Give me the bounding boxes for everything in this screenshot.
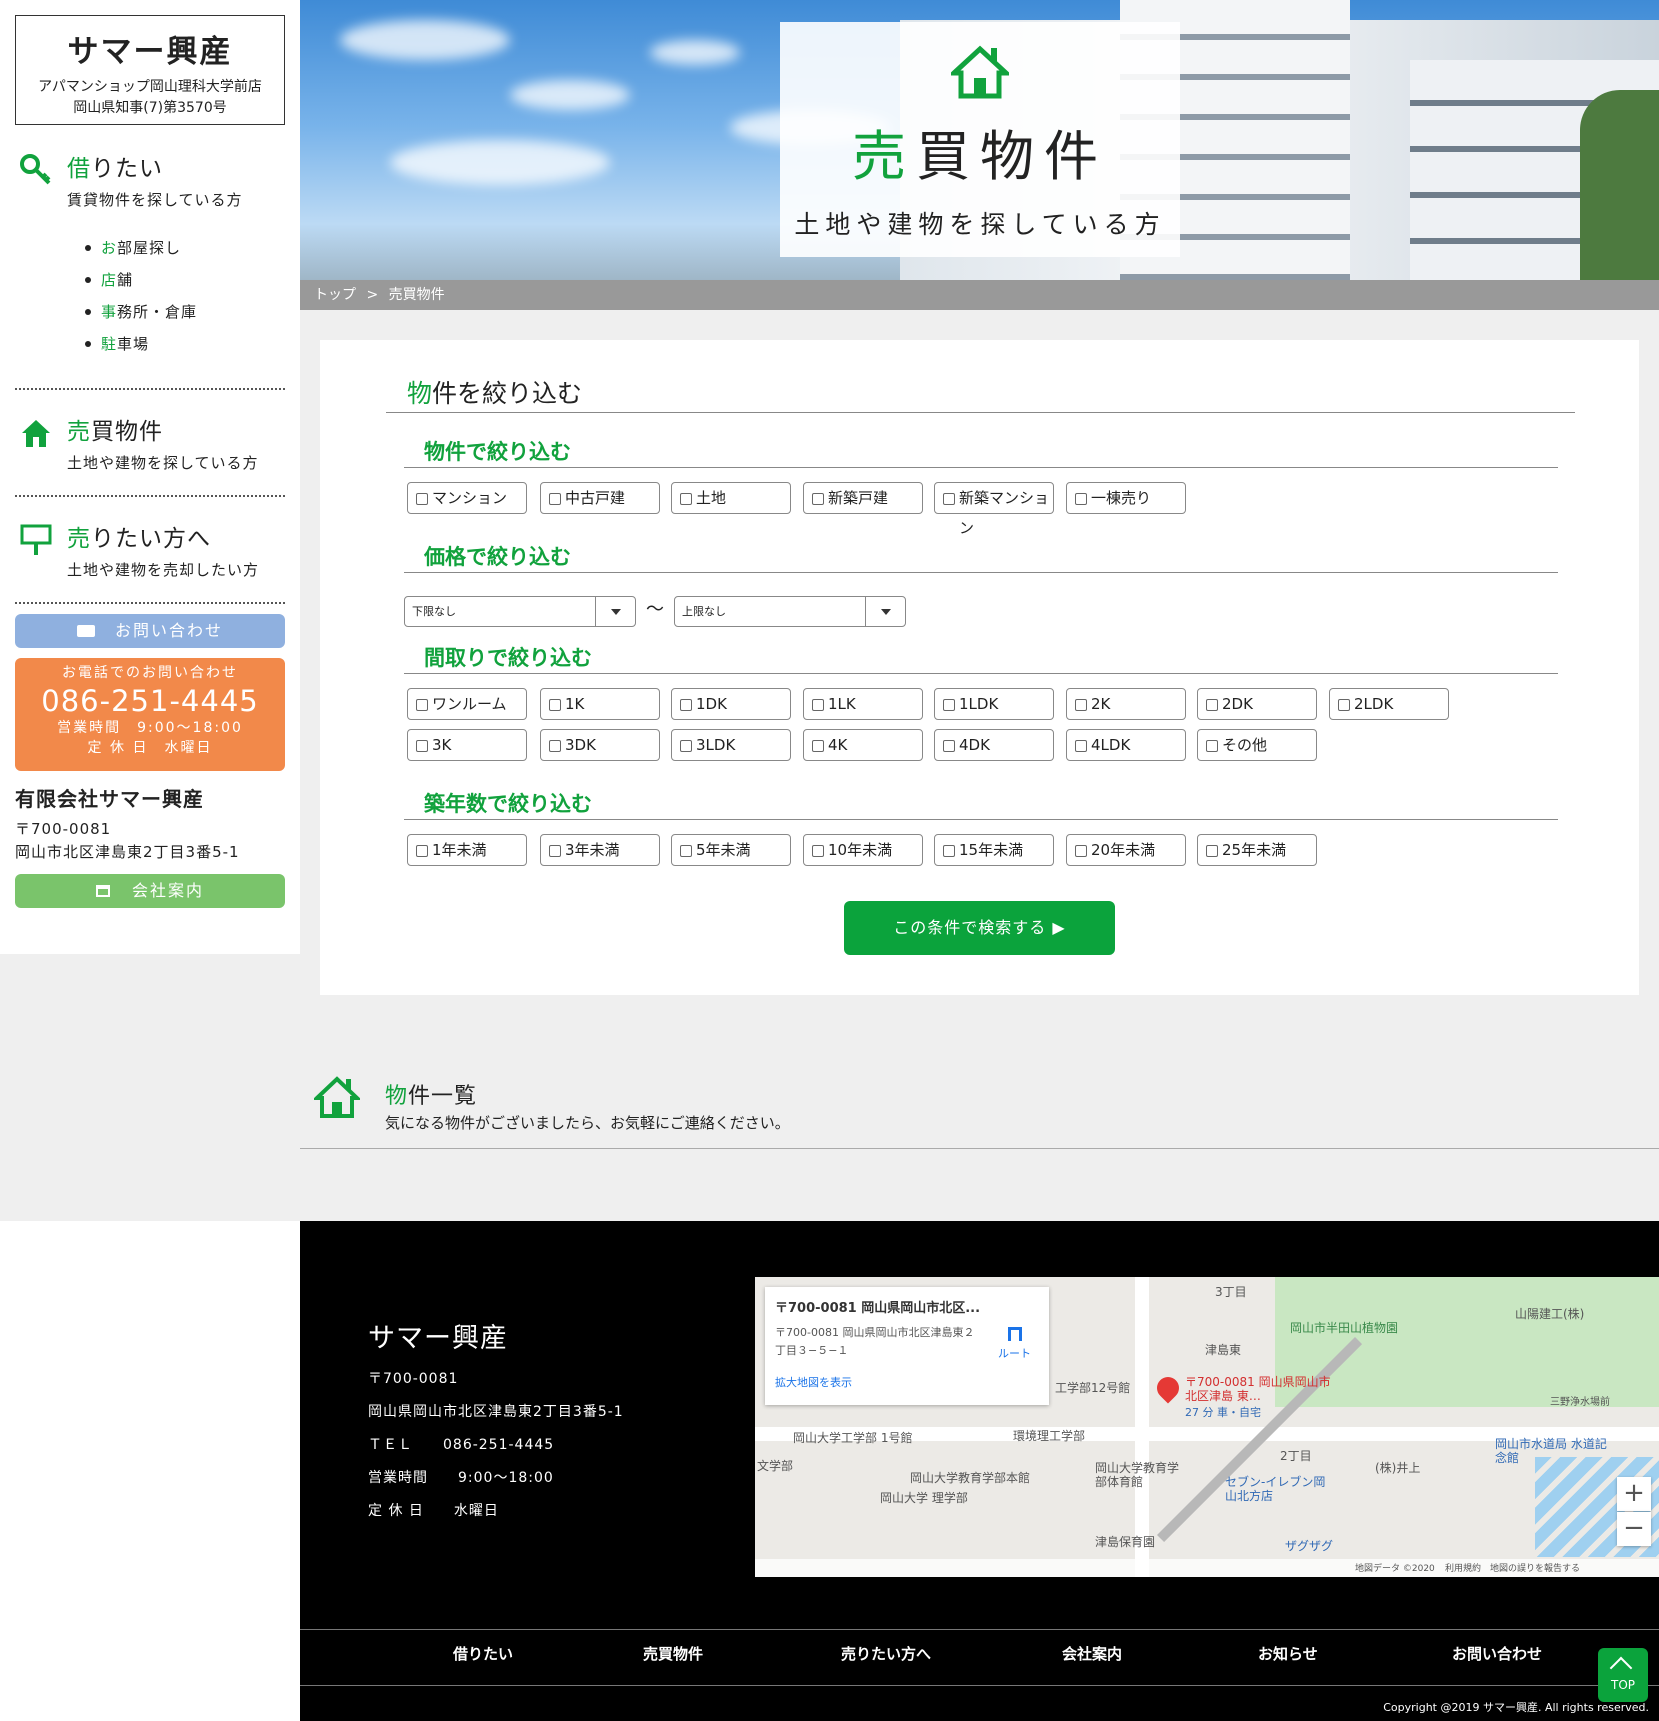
listing-description: 気になる物件がございましたら、お気軽にご連絡ください。 <box>385 1114 790 1132</box>
layout-checkbox[interactable]: ワンルーム <box>407 688 527 720</box>
key-icon <box>20 154 51 185</box>
footer-nav-rent[interactable]: 借りたい <box>453 1643 513 1664</box>
logo-title: サマー興産 <box>67 34 233 70</box>
footer-nav-sell[interactable]: 売りたい方へ <box>841 1643 931 1664</box>
price-max-select[interactable]: 上限なし <box>674 596 906 627</box>
price-heading: 価格で絞り込む <box>424 545 571 569</box>
mail-icon <box>76 625 95 637</box>
phone-contact-box: お電話でのお問い合わせ 086-251-4445 営業時間 9:00〜18:00… <box>15 658 285 771</box>
menu-parking[interactable]: 駐車場 <box>85 328 285 360</box>
divider <box>15 388 285 390</box>
layout-checkbox[interactable]: 1DK <box>671 688 791 720</box>
layout-checkbox[interactable]: 1LK <box>803 688 923 720</box>
route-button[interactable]: ルート <box>998 1327 1031 1361</box>
directions-icon <box>1007 1327 1022 1341</box>
logo-subtitle: アパマンショップ岡山理科大学前店 岡山県知事(7)第3570号 <box>38 79 262 116</box>
house-icon <box>947 45 1013 99</box>
age-checkbox[interactable]: 25年未満 <box>1197 834 1317 866</box>
signboard-icon <box>20 524 52 555</box>
chevron-down-icon <box>865 597 905 626</box>
house-icon <box>314 1076 360 1118</box>
type-checkbox[interactable]: 新築マンション <box>934 482 1054 537</box>
footer-company-info: 〒700-0081 岡山県岡山市北区津島東2丁目3番5-1 ＴＥＬ 086-25… <box>368 1371 624 1519</box>
layout-checkbox[interactable]: 3LDK <box>671 729 791 761</box>
report-error-link[interactable]: 地図の誤りを報告する <box>1490 1561 1580 1574</box>
store-icon <box>95 885 110 897</box>
site-logo[interactable]: サマー興産 アパマンショップ岡山理科大学前店 岡山県知事(7)第3570号 <box>15 15 285 125</box>
nav-buy[interactable]: 売買物件 土地や建物を探している方 <box>15 412 285 473</box>
chevron-down-icon <box>595 597 635 626</box>
layout-checkbox[interactable]: 2K <box>1066 688 1186 720</box>
layout-checkbox[interactable]: 1LDK <box>934 688 1054 720</box>
type-checkbox[interactable]: 新築戸建 <box>803 482 923 514</box>
contact-button[interactable]: お問い合わせ <box>15 614 285 648</box>
filter-title: 物件を絞り込む <box>407 379 583 408</box>
rent-sub-menu: お部屋探し 店舗 事務所・倉庫 駐車場 <box>85 232 285 360</box>
layout-checkbox[interactable]: 2LDK <box>1329 688 1449 720</box>
sidebar-bottom-bg <box>0 954 300 1221</box>
menu-shop[interactable]: 店舗 <box>85 264 285 296</box>
house-icon <box>22 420 50 447</box>
company-info-button[interactable]: 会社案内 <box>15 874 285 908</box>
type-heading: 物件で絞り込む <box>424 440 571 464</box>
age-checkbox[interactable]: 3年未満 <box>540 834 660 866</box>
layout-checkbox[interactable]: 4LDK <box>1066 729 1186 761</box>
layout-checkbox[interactable]: 1K <box>540 688 660 720</box>
main-content: 売買物件 土地や建物を探している方 トップ > 売買物件 物件を絞り込む 物件で… <box>300 0 1659 1221</box>
hero-title-card: 売買物件 土地や建物を探している方 <box>780 22 1180 257</box>
menu-office[interactable]: 事務所・倉庫 <box>85 296 285 328</box>
listing-title: 物件一覧 <box>385 1084 478 1109</box>
enlarge-map-link[interactable]: 拡大地図を表示 <box>775 1374 1039 1390</box>
back-to-top-button[interactable]: TOP <box>1598 1648 1648 1702</box>
breadcrumb-home[interactable]: トップ <box>314 287 356 303</box>
age-checkbox[interactable]: 5年未満 <box>671 834 791 866</box>
footer-nav-contact[interactable]: お問い合わせ <box>1452 1643 1542 1664</box>
footer-nav-buy[interactable]: 売買物件 <box>643 1643 703 1664</box>
age-heading: 築年数で絞り込む <box>424 792 592 816</box>
zoom-out-button[interactable]: − <box>1617 1512 1651 1546</box>
type-checkbox[interactable]: 土地 <box>671 482 791 514</box>
age-checkbox[interactable]: 20年未満 <box>1066 834 1186 866</box>
layout-checkbox[interactable]: 3K <box>407 729 527 761</box>
footer-nav-company[interactable]: 会社案内 <box>1062 1643 1122 1664</box>
breadcrumb-current: 売買物件 <box>388 287 445 303</box>
age-checkbox[interactable]: 15年未満 <box>934 834 1054 866</box>
layout-checkbox[interactable]: その他 <box>1197 729 1317 761</box>
divider <box>15 495 285 497</box>
nav-rent[interactable]: 借りたい 賃貸物件を探している方 <box>15 149 285 210</box>
layout-checkbox[interactable]: 2DK <box>1197 688 1317 720</box>
footer-company-name: サマー興産 <box>368 1323 508 1354</box>
phone-number[interactable]: 086-251-4445 <box>15 684 285 718</box>
type-checkbox[interactable]: 中古戸建 <box>540 482 660 514</box>
age-checkbox[interactable]: 1年未満 <box>407 834 527 866</box>
search-button[interactable]: この条件で検索する ▶ <box>844 901 1115 955</box>
company-address: 〒700-0081 岡山市北区津島東2丁目3番5-1 <box>15 820 240 861</box>
price-min-select[interactable]: 下限なし <box>404 596 636 627</box>
company-name: 有限会社サマー興産 <box>15 787 204 811</box>
breadcrumb: トップ > 売買物件 <box>300 280 1659 310</box>
age-checkbox[interactable]: 10年未満 <box>803 834 923 866</box>
type-checkbox[interactable]: マンション <box>407 482 527 514</box>
map-info-card: 〒700-0081 岡山県岡山市北区... 〒700-0081 岡山県岡山市北区… <box>765 1287 1049 1405</box>
divider <box>15 602 285 604</box>
hero-title: 売買物件 <box>852 125 1108 188</box>
hero-banner: 売買物件 土地や建物を探している方 <box>300 0 1659 280</box>
layout-checkbox[interactable]: 3DK <box>540 729 660 761</box>
layout-checkbox[interactable]: 4DK <box>934 729 1054 761</box>
zoom-in-button[interactable]: + <box>1617 1477 1651 1511</box>
footer-nav-news[interactable]: お知らせ <box>1258 1643 1318 1664</box>
terms-link[interactable]: 利用規約 <box>1445 1561 1481 1574</box>
sidebar: サマー興産 アパマンショップ岡山理科大学前店 岡山県知事(7)第3570号 借り… <box>0 0 300 954</box>
hero-subtitle: 土地や建物を探している方 <box>794 210 1166 239</box>
menu-room[interactable]: お部屋探し <box>85 232 285 264</box>
map-pin-label: 〒700-0081 岡山県岡山市北区津島 東… <box>1185 1375 1331 1403</box>
nav-sell[interactable]: 売りたい方へ 土地や建物を売却したい方 <box>15 519 285 580</box>
google-map[interactable]: 〒700-0081 岡山県岡山市北区... 〒700-0081 岡山県岡山市北区… <box>755 1277 1659 1577</box>
map-pin-icon <box>1152 1372 1184 1404</box>
type-checkbox[interactable]: 一棟売り <box>1066 482 1186 514</box>
layout-heading: 間取りで絞り込む <box>424 646 592 670</box>
filter-panel: 物件を絞り込む 物件で絞り込む マンション 中古戸建 土地 新築戸建 新築マンシ… <box>320 340 1639 995</box>
footer: サマー興産 〒700-0081 岡山県岡山市北区津島東2丁目3番5-1 ＴＥＬ … <box>300 1221 1659 1721</box>
layout-checkbox[interactable]: 4K <box>803 729 923 761</box>
